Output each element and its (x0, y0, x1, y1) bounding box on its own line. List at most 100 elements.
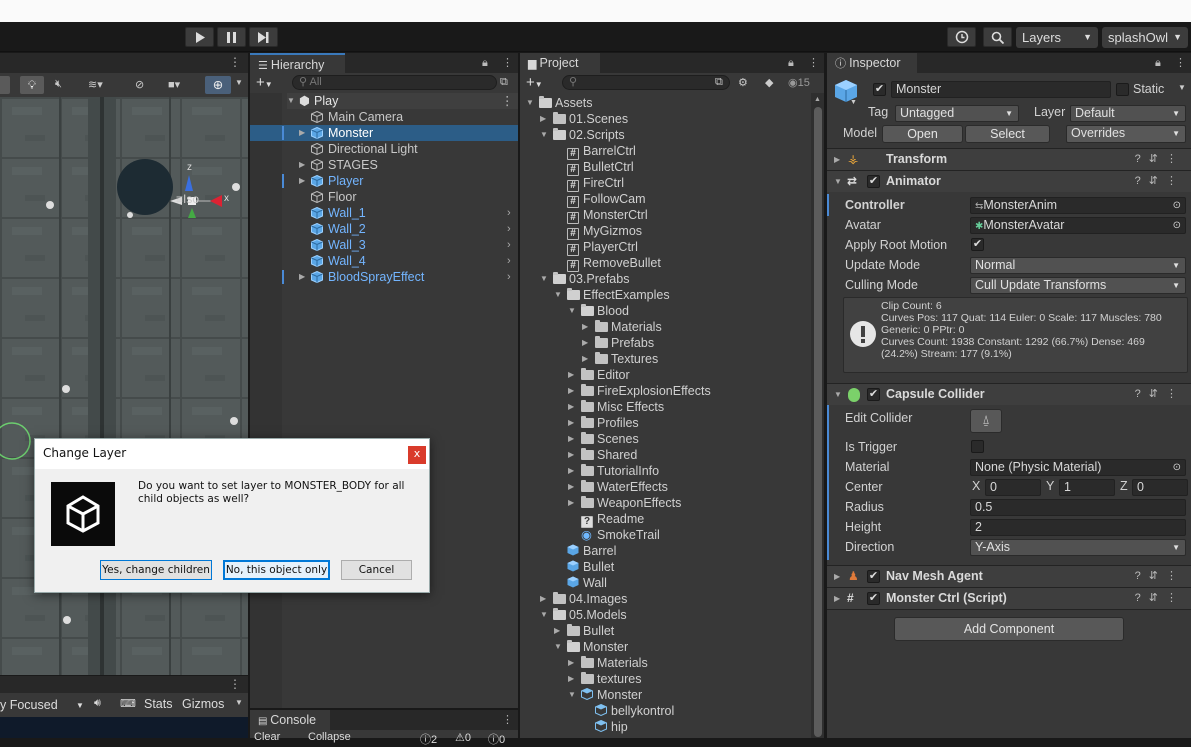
more-menu-icon[interactable]: ⋮ (502, 53, 513, 73)
gizmo-toggle[interactable]: ⊕ (205, 76, 231, 94)
project-item[interactable]: # BarrelCtrl (520, 143, 810, 160)
is-trigger-checkbox[interactable] (971, 440, 984, 453)
project-item[interactable]: bellykontrol (520, 703, 810, 719)
hierarchy-item[interactable]: ▶ Monster (250, 125, 518, 141)
visibility-toggle-icon[interactable]: ⊘ (135, 78, 144, 91)
animator-enabled-checkbox[interactable]: ✔ (867, 175, 880, 188)
object-picker-icon[interactable]: ⊙ (1173, 218, 1181, 233)
chevron-down-icon[interactable]: ▼ (235, 698, 243, 707)
more-menu-icon[interactable]: ⋮ (229, 677, 241, 691)
center-x-field[interactable]: 0 (985, 479, 1041, 496)
project-item[interactable]: ▶ FireExplosionEffects (520, 383, 810, 399)
history-button[interactable] (947, 27, 976, 47)
layers-dropdown[interactable]: Layers ▼ (1016, 27, 1098, 48)
stats-button[interactable]: Stats (144, 697, 173, 711)
project-item[interactable]: # MonsterCtrl (520, 207, 810, 224)
project-search-input[interactable]: ⚲ (562, 75, 730, 90)
chevron-down-icon[interactable]: ▼ (850, 99, 857, 106)
hierarchy-item[interactable]: Wall_1 › (250, 205, 518, 221)
pause-button[interactable] (217, 27, 246, 47)
project-item[interactable]: # MyGizmos (520, 223, 810, 240)
component-actions-icon[interactable]: ?⇵⋮ (1135, 566, 1185, 587)
project-item[interactable]: ▶ Textures (520, 351, 810, 367)
project-item[interactable]: ▶ Bullet (520, 623, 810, 639)
project-item[interactable]: ▼ 02.Scripts (520, 127, 810, 143)
project-item[interactable]: ▶ WaterEffects (520, 479, 810, 495)
chevron-down-icon[interactable]: ▼ (1178, 83, 1186, 92)
layout-dropdown[interactable]: splashOwl ▼ (1102, 27, 1188, 48)
overrides-dropdown[interactable]: Overrides ▼ (1066, 125, 1186, 143)
radius-field[interactable]: 0.5 (970, 499, 1186, 516)
center-z-label[interactable]: Z (1120, 479, 1128, 493)
project-item[interactable]: ▶ Misc Effects (520, 399, 810, 415)
project-item[interactable]: ▶ Prefabs (520, 335, 810, 351)
project-item[interactable]: Bullet (520, 559, 810, 575)
open-button[interactable]: Open (882, 125, 963, 143)
script-enabled-checkbox[interactable]: ✔ (867, 592, 880, 605)
project-scrollbar[interactable]: ▲ (811, 93, 825, 738)
component-actions-icon[interactable]: ?⇵⋮ (1135, 588, 1185, 609)
project-item[interactable]: # RemoveBullet (520, 255, 810, 272)
iso-label[interactable]: ≡Iso (176, 192, 199, 206)
cancel-button[interactable]: Cancel (341, 560, 412, 580)
camera-dropdown-icon[interactable]: ■▾ (168, 78, 180, 91)
toggle-button[interactable] (0, 76, 10, 94)
filter-type-icon[interactable]: ⚙︎ (738, 76, 748, 89)
project-item[interactable]: # FireCtrl (520, 175, 810, 192)
project-item[interactable]: ▶ Editor (520, 367, 810, 383)
project-item[interactable]: hip (520, 719, 810, 735)
direction-dropdown[interactable]: Y-Axis ▼ (970, 539, 1186, 556)
object-name-field[interactable]: Monster (891, 81, 1111, 98)
label-icon[interactable]: ◆ (765, 76, 773, 89)
project-item[interactable]: Barrel (520, 543, 810, 559)
project-item[interactable]: ▶ Shared (520, 447, 810, 463)
nav-mesh-agent-header[interactable]: ▶ ♟ ✔ Nav Mesh Agent ?⇵⋮ (827, 565, 1191, 587)
project-item[interactable]: ▼ Monster (520, 687, 810, 703)
project-item[interactable]: ▼ 05.Models (520, 607, 810, 623)
hierarchy-item[interactable]: Wall_4 › (250, 253, 518, 269)
static-checkbox[interactable] (1116, 83, 1129, 96)
center-y-field[interactable]: 1 (1059, 479, 1115, 496)
project-item[interactable]: ▶ TutorialInfo (520, 463, 810, 479)
lock-icon[interactable]: 🔒︎ (788, 53, 794, 73)
project-item[interactable]: ▶ textures (520, 671, 810, 687)
play-button[interactable] (185, 27, 214, 47)
more-menu-icon[interactable]: ⋮ (1175, 53, 1186, 73)
error-count[interactable]: ⓘ0 (488, 731, 505, 747)
search-button[interactable] (983, 27, 1012, 47)
monster-ctrl-header[interactable]: ▶ # ✔ Monster Ctrl (Script) ?⇵⋮ (827, 587, 1191, 609)
nav-agent-enabled-checkbox[interactable]: ✔ (867, 570, 880, 583)
scrollbar-thumb[interactable] (814, 107, 822, 737)
center-x-label[interactable]: X (972, 479, 980, 493)
apply-root-motion-checkbox[interactable]: ✔ (971, 238, 984, 251)
gizmos-button[interactable]: Gizmos (182, 697, 224, 711)
keyboard-icon[interactable]: ⌨︎ (120, 697, 136, 710)
project-item[interactable]: ▶ WeaponEffects (520, 495, 810, 511)
create-button[interactable]: +▼ (526, 74, 543, 91)
component-actions-icon[interactable]: ?⇵⋮ (1135, 149, 1185, 170)
tab-console[interactable]: ▤ Console (250, 710, 330, 730)
transform-component-header[interactable]: ▶ ⚶ Transform ?⇵⋮ (827, 148, 1191, 170)
scroll-up-icon[interactable]: ▲ (814, 96, 821, 103)
collapse-button[interactable]: Collapse (308, 731, 351, 743)
more-menu-icon[interactable]: ⋮ (502, 710, 513, 730)
project-item[interactable]: ▶ Materials (520, 655, 810, 671)
close-button[interactable]: x (408, 446, 426, 464)
project-item[interactable]: ◉ SmokeTrail (520, 527, 810, 543)
controller-field[interactable]: ⇆MonsterAnim ⊙ (970, 197, 1186, 214)
material-field[interactable]: None (Physic Material) ⊙ (970, 459, 1186, 476)
project-item[interactable]: Wall (520, 575, 810, 591)
project-item[interactable]: ▶ Materials (520, 319, 810, 335)
update-mode-dropdown[interactable]: Normal ▼ (970, 257, 1186, 274)
avatar-field[interactable]: ✱MonsterAvatar ⊙ (970, 217, 1186, 234)
project-item[interactable]: ▼ Blood (520, 303, 810, 319)
lock-icon[interactable]: 🔒︎ (482, 53, 488, 73)
collider-enabled-checkbox[interactable]: ✔ (867, 388, 880, 401)
project-item[interactable]: # FollowCam (520, 191, 810, 208)
hierarchy-item[interactable]: ▶ STAGES (250, 157, 518, 173)
capsule-collider-header[interactable]: ▼ ✔ Capsule Collider ?⇵⋮ (827, 383, 1191, 405)
axis-gizmo[interactable]: z x (110, 153, 240, 243)
project-item[interactable]: ▶ Profiles (520, 415, 810, 431)
active-checkbox[interactable]: ✔ (873, 83, 886, 96)
no-this-object-only-button[interactable]: No, this object only (223, 560, 330, 580)
